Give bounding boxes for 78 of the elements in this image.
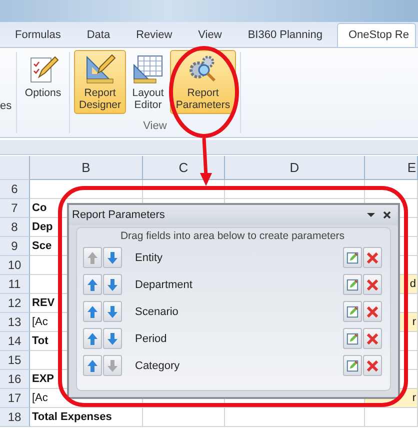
- delete-button[interactable]: [363, 247, 382, 268]
- delete-icon: [366, 332, 379, 346]
- delete-icon: [366, 250, 379, 264]
- table-cell: [365, 180, 418, 199]
- ribbon-button[interactable]: Layout Editor: [128, 50, 168, 114]
- down-arrow-icon: [106, 332, 119, 346]
- move-down-button[interactable]: [103, 355, 122, 376]
- up-arrow-icon: [86, 332, 99, 346]
- delete-icon: [366, 358, 379, 372]
- group-label: View: [143, 120, 167, 132]
- table-cell: Total Expenses: [30, 408, 143, 427]
- delete-icon: [366, 278, 379, 292]
- up-arrow-icon: [86, 304, 99, 318]
- delete-icon: [366, 304, 379, 318]
- move-up-button[interactable]: [83, 328, 102, 349]
- pointer-arrow: [200, 138, 212, 186]
- ribbon-tab[interactable]: BI360 Planning: [234, 27, 336, 47]
- row-header[interactable]: 6: [0, 180, 30, 199]
- row-header[interactable]: 18: [0, 408, 30, 427]
- up-arrow-icon: [86, 250, 99, 264]
- delete-button[interactable]: [363, 301, 382, 322]
- row-header[interactable]: 17: [0, 389, 30, 408]
- column-header[interactable]: B: [30, 156, 143, 180]
- ribbon-tab[interactable]: OneStop Re: [337, 23, 416, 47]
- table-cell: [365, 408, 418, 427]
- edit-icon: [346, 250, 359, 264]
- move-up-button[interactable]: [83, 301, 102, 322]
- edit-icon: [346, 332, 359, 346]
- move-down-button[interactable]: [103, 274, 122, 295]
- row-header[interactable]: 16: [0, 370, 30, 389]
- column-header[interactable]: D: [225, 156, 365, 180]
- delete-button[interactable]: [363, 355, 382, 376]
- ribbon-tab[interactable]: Data: [74, 27, 124, 47]
- down-arrow-icon: [106, 278, 119, 292]
- close-icon[interactable]: [382, 210, 392, 220]
- move-down-button[interactable]: [103, 301, 122, 322]
- options-button[interactable]: Options: [19, 50, 67, 114]
- column-header[interactable]: C: [143, 156, 225, 180]
- up-arrow-icon: [86, 358, 99, 372]
- row-header[interactable]: 14: [0, 332, 30, 351]
- row-header[interactable]: 8: [0, 218, 30, 237]
- dropdown-icon[interactable]: [366, 210, 376, 220]
- row-header[interactable]: 15: [0, 351, 30, 370]
- move-down-button[interactable]: [103, 328, 122, 349]
- ruler-pencil-icon: [84, 53, 116, 85]
- ribbon-button-label[interactable]: es: [0, 100, 12, 112]
- down-arrow-icon: [106, 250, 119, 264]
- edit-button[interactable]: [343, 355, 362, 376]
- delete-button[interactable]: [363, 274, 382, 295]
- edit-button[interactable]: [343, 247, 362, 268]
- edit-button[interactable]: [343, 274, 362, 295]
- edit-icon: [346, 304, 359, 318]
- edit-button[interactable]: [343, 328, 362, 349]
- delete-button[interactable]: [363, 328, 382, 349]
- table-ruler-icon: [132, 53, 164, 85]
- edit-icon: [346, 358, 359, 372]
- field-name: Department: [135, 278, 194, 290]
- row-header[interactable]: 11: [0, 275, 30, 294]
- row-header[interactable]: 13: [0, 313, 30, 332]
- field-name: Category: [135, 360, 181, 372]
- move-down-button[interactable]: [103, 247, 122, 268]
- down-arrow-icon: [106, 304, 119, 318]
- down-arrow-icon: [106, 358, 119, 372]
- column-header[interactable]: E: [365, 156, 418, 180]
- edit-icon: [346, 278, 359, 292]
- ribbon-tab[interactable]: Formulas: [2, 27, 74, 47]
- row-header[interactable]: 7: [0, 199, 30, 218]
- ribbon-tab[interactable]: Review: [123, 27, 186, 47]
- move-up-button[interactable]: [83, 274, 102, 295]
- row-header[interactable]: 10: [0, 256, 30, 275]
- ribbon-tab[interactable]: View: [185, 27, 235, 47]
- row-header[interactable]: 9: [0, 237, 30, 256]
- up-arrow-icon: [86, 278, 99, 292]
- row-header[interactable]: 12: [0, 294, 30, 313]
- move-up-button[interactable]: [83, 247, 102, 268]
- move-up-button[interactable]: [83, 355, 102, 376]
- ribbon-button[interactable]: Report Designer: [74, 50, 126, 114]
- edit-button[interactable]: [343, 301, 362, 322]
